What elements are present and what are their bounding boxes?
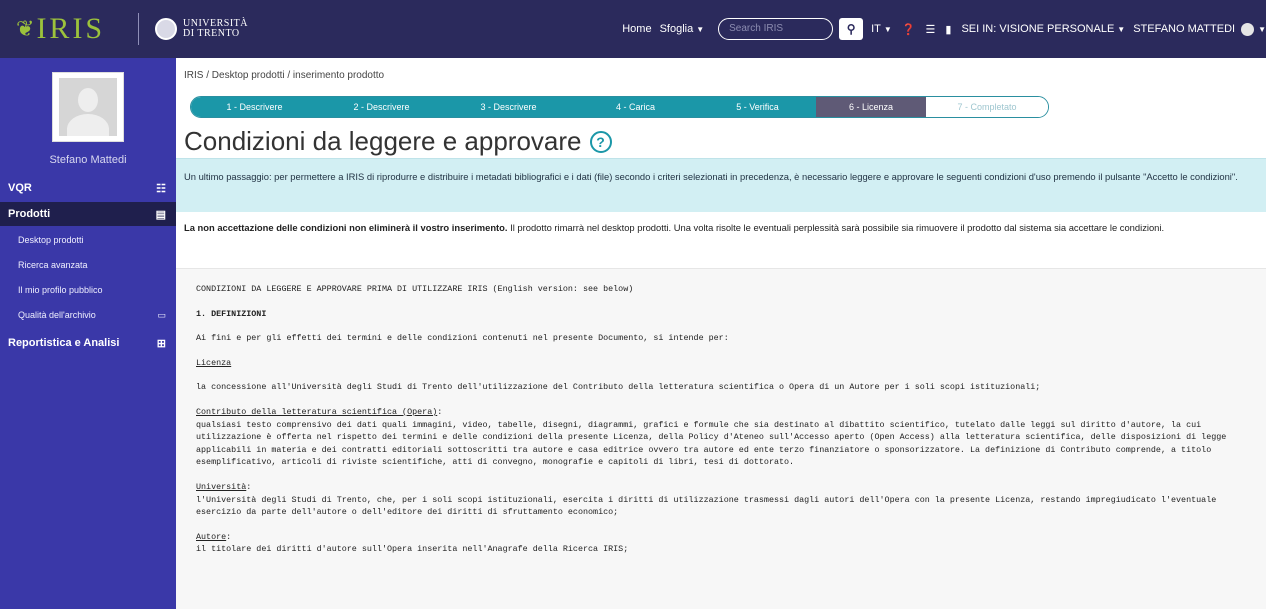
wizard-step-label: 4 - Carica <box>615 102 655 112</box>
navbar-right: Home Sfoglia ▼ Search IRIS ⚲ IT ▼ ❓ ☰ ▮ SE… <box>622 0 1266 58</box>
section-heading: 1. DEFINIZIONI <box>196 308 267 319</box>
sidebar-item-label: Qualità dell'archivio <box>18 310 96 320</box>
folder-icon: ▭ <box>157 309 166 320</box>
sidebar-section-label: Prodotti <box>8 208 51 220</box>
document-intro: Ai fini e per gli effetti dei termini e … <box>196 333 729 344</box>
sidebar-section-vqr[interactable]: VQR ☷ <box>0 176 176 200</box>
definition-colon: : <box>437 406 443 417</box>
sidebar-item-qualita-archivio[interactable]: Qualità dell'archivio ▭ <box>0 304 176 326</box>
iris-flower-icon: ❦ <box>16 16 35 42</box>
avatar-placeholder-icon <box>59 78 117 136</box>
list-ordered-icon: ☷ <box>156 182 166 195</box>
definition-term: Autore <box>196 531 227 542</box>
license-document: CONDIZIONI DA LEGGERE E APPROVARE PRIMA … <box>176 268 1266 609</box>
user-name: STEFANO MATTEDI <box>1133 23 1236 35</box>
wizard-step-2[interactable]: 2 - Descrivere <box>318 97 445 117</box>
role-selector[interactable]: SEI IN: VISIONE PERSONALE ▼ <box>961 23 1125 35</box>
document-icon: ▤ <box>155 208 166 221</box>
breadcrumb[interactable]: IRIS / Desktop prodotti / inserimento pr… <box>184 70 384 81</box>
sidebar-item-label: Il mio profilo pubblico <box>18 285 103 295</box>
wizard-step-label: 5 - Verifica <box>736 102 779 112</box>
sidebar-section-reportistica[interactable]: Reportistica e Analisi ⊞ <box>0 331 176 355</box>
main-content: IRIS / Desktop prodotti / inserimento pr… <box>176 58 1266 609</box>
role-label: SEI IN: VISIONE PERSONALE <box>961 23 1115 35</box>
definition-text: qualsiasi testo comprensivo dei dati qua… <box>196 419 1227 468</box>
wizard-step-label: 6 - Licenza <box>848 102 894 112</box>
definition-term: Contributo della letteratura scientifica… <box>196 406 438 417</box>
home-link[interactable]: Home <box>622 23 651 35</box>
language-label: IT <box>871 23 881 35</box>
caret-down-icon: ▼ <box>1117 25 1126 34</box>
sidebar-item-profilo-pubblico[interactable]: Il mio profilo pubblico <box>0 279 176 301</box>
sidebar-item-desktop-prodotti[interactable]: Desktop prodotti <box>0 229 176 251</box>
search-input[interactable]: Search IRIS <box>718 18 834 40</box>
notice-text: La non accettazione delle condizioni non… <box>176 220 1266 236</box>
definition-colon: : <box>226 531 232 542</box>
table-icon: ⊞ <box>156 337 166 350</box>
search-icon: ⚲ <box>846 22 856 36</box>
wizard-step-7: 7 - Completato <box>926 97 1048 117</box>
sidebar-item-ricerca-avanzata[interactable]: Ricerca avanzata <box>0 254 176 276</box>
wizard-step-label: 3 - Descrivere <box>480 102 537 112</box>
caret-down-icon: ▼ <box>696 25 705 34</box>
user-avatar <box>1241 22 1255 36</box>
info-alert: Un ultimo passaggio: per permettere a IR… <box>176 158 1266 212</box>
definition-term-row: Università: <box>196 481 1246 494</box>
sidebar-section-label: Reportistica e Analisi <box>8 337 120 349</box>
definition-colon: : <box>246 481 252 492</box>
page-title: Condizioni da leggere e approvare ? <box>184 126 612 157</box>
user-menu[interactable]: STEFANO MATTEDI ▼ <box>1133 22 1266 36</box>
university-seal-icon <box>155 18 177 40</box>
wizard-step-label: 1 - Descrivere <box>226 102 283 112</box>
wizard-step-6-current: 6 - Licenza <box>816 97 926 117</box>
wizard-step-label: 2 - Descrivere <box>353 102 410 112</box>
page-title-text: Condizioni da leggere e approvare <box>184 126 582 156</box>
definition-text: la concessione all'Università degli Stud… <box>196 382 1041 393</box>
wizard-step-label: 7 - Completato <box>957 102 1017 112</box>
language-selector[interactable]: IT ▼ <box>871 23 892 35</box>
university-name-line2: DI TRENTO <box>183 28 240 39</box>
notice-bold: La non accettazione delle condizioni non… <box>184 222 508 233</box>
sidebar-item-label: Desktop prodotti <box>18 235 84 245</box>
sidebar: Stefano Mattedi VQR ☷ Prodotti ▤ Desktop… <box>0 58 176 609</box>
definition-term: Università <box>196 481 247 492</box>
top-navbar: ❦ IRIS UNIVERSITÀ DI TRENTO Home Sfoglia… <box>0 0 1266 58</box>
wizard-step-4[interactable]: 4 - Carica <box>572 97 699 117</box>
wizard-step-3[interactable]: 3 - Descrivere <box>445 97 572 117</box>
sidebar-section-label: VQR <box>8 182 32 194</box>
browse-menu[interactable]: Sfoglia ▼ <box>660 23 705 35</box>
definition-term: Licenza <box>196 357 232 368</box>
sidebar-item-label: Ricerca avanzata <box>18 260 88 270</box>
sidebar-section-prodotti[interactable]: Prodotti ▤ <box>0 202 176 226</box>
definition-text: il titolare dei diritti d'autore sull'Op… <box>196 544 629 555</box>
browse-label: Sfoglia <box>659 23 694 35</box>
caret-down-icon: ▼ <box>883 25 892 34</box>
wizard-progress: 1 - Descrivere 2 - Descrivere 3 - Descri… <box>190 96 1049 118</box>
university-logo[interactable]: UNIVERSITÀ DI TRENTO <box>155 18 248 40</box>
definition-text: l'Università degli Studi di Trento, che,… <box>196 494 1217 518</box>
document-heading: CONDIZIONI DA LEGGERE E APPROVARE PRIMA … <box>196 284 634 294</box>
definition-term-row: Autore: <box>196 531 1246 544</box>
profile-name[interactable]: Stefano Mattedi <box>0 154 176 166</box>
help-icon[interactable]: ❓ <box>902 23 916 36</box>
logo-divider <box>138 13 139 45</box>
definition-term-row: Contributo della letteratura scientifica… <box>196 406 1246 419</box>
brand-name: IRIS <box>36 12 106 45</box>
profile-photo[interactable] <box>52 72 124 142</box>
question-circle-icon[interactable]: ? <box>589 130 612 153</box>
bookmark-icon[interactable]: ▮ <box>945 23 951 36</box>
list-icon[interactable]: ☰ <box>926 23 936 36</box>
iris-logo[interactable]: ❦ IRIS <box>16 12 138 46</box>
search-button[interactable]: ⚲ <box>839 18 864 40</box>
wizard-step-1[interactable]: 1 - Descrivere <box>191 97 318 117</box>
wizard-step-5[interactable]: 5 - Verifica <box>699 97 816 117</box>
notice-rest: Il prodotto rimarrà nel desktop prodotti… <box>507 222 1165 233</box>
caret-down-icon: ▼ <box>1258 24 1266 34</box>
